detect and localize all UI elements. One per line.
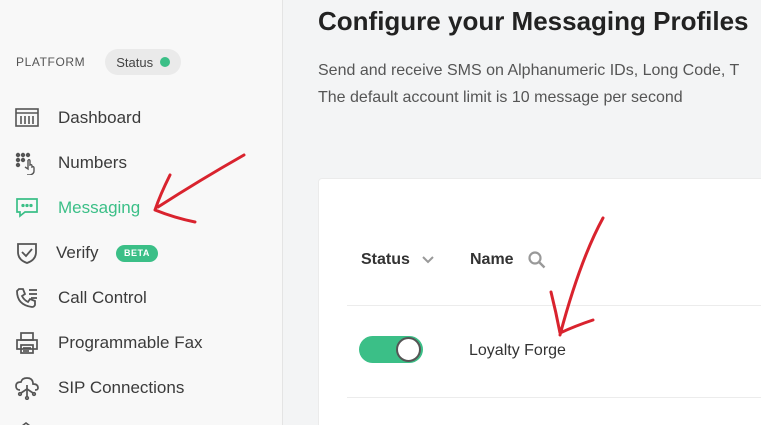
sidebar-item-partial [16, 416, 36, 425]
cloud-connection-icon [14, 375, 40, 401]
fax-icon [14, 330, 40, 356]
row-divider [347, 305, 761, 306]
sidebar-item-dashboard[interactable]: Dashboard [0, 98, 283, 138]
sidebar-item-call-control[interactable]: Call Control [0, 278, 283, 318]
row-divider [347, 397, 761, 398]
sidebar-item-messaging[interactable]: Messaging [0, 188, 283, 228]
sidebar-item-programmable-fax[interactable]: Programmable Fax [0, 323, 283, 363]
dashboard-icon [14, 105, 40, 131]
phone-icon [14, 285, 40, 311]
sidebar-item-label: Dashboard [58, 108, 142, 127]
status-indicator-icon [160, 57, 171, 67]
chevron-down-icon[interactable] [422, 256, 434, 264]
profiles-table-card: Status Name Loyalty Forge [318, 178, 761, 425]
status-label: Status [116, 54, 154, 70]
beta-badge: BETA [116, 244, 158, 262]
description-line: Send and receive SMS on Alphanumeric IDs… [318, 62, 740, 79]
main-content: Configure your Messaging Profiles Send a… [284, 0, 761, 425]
message-icon [14, 195, 40, 221]
sidebar-item-sip-connections[interactable]: SIP Connections [0, 368, 283, 408]
status-button[interactable]: Status [105, 49, 182, 75]
column-header-label: Status [361, 251, 410, 268]
platform-label: PLATFORM [16, 55, 86, 69]
sidebar: PLATFORM Status Dashboard Numbers Messag… [0, 0, 283, 425]
column-header-label: Name [470, 251, 514, 268]
page-title: Configure your Messaging Profiles [318, 6, 749, 36]
name-column-header: Name [470, 251, 546, 269]
page-description: Send and receive SMS on Alphanumeric IDs… [318, 57, 739, 111]
sidebar-item-label: Call Control [58, 288, 147, 307]
shield-check-icon [14, 240, 40, 266]
sidebar-item-numbers[interactable]: Numbers [0, 143, 283, 183]
sidebar-item-label: Verify [56, 243, 99, 262]
description-line: The default account limit is 10 message … [318, 89, 683, 106]
toggle-knob [396, 337, 421, 362]
sidebar-item-label: Programmable Fax [58, 333, 203, 352]
keypad-icon [14, 150, 40, 176]
sidebar-item-label: Messaging [58, 198, 141, 217]
platform-header: PLATFORM Status [16, 48, 182, 76]
status-toggle[interactable] [359, 336, 423, 363]
sidebar-item-verify[interactable]: Verify BETA [0, 233, 283, 273]
profile-name-link[interactable]: Loyalty Forge [469, 342, 566, 360]
search-icon[interactable] [527, 251, 546, 269]
status-column-header[interactable]: Status [361, 251, 434, 269]
sidebar-item-label: Numbers [58, 153, 127, 172]
sidebar-item-label: SIP Connections [58, 378, 185, 397]
